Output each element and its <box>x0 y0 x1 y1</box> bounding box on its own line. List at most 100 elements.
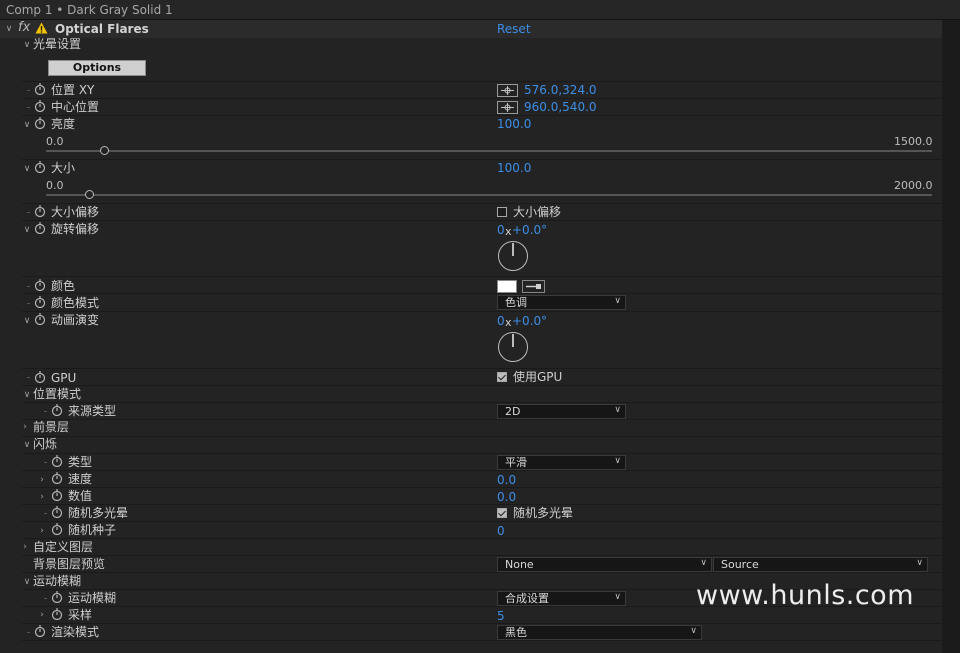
chevron-down-icon[interactable]: ∨ <box>22 120 32 130</box>
stopwatch-icon[interactable] <box>34 205 46 217</box>
source-type-value: 2D <box>505 405 521 418</box>
stopwatch-icon[interactable] <box>51 404 63 416</box>
flicker-amount-label: 数值 <box>68 489 93 503</box>
chevron-right-icon[interactable]: › <box>37 475 47 485</box>
chevron-right-icon[interactable]: › <box>37 492 47 502</box>
chevron-down-icon: ∨ <box>700 558 707 568</box>
tree-dot <box>27 212 30 213</box>
divider <box>22 436 942 437</box>
stopwatch-icon[interactable] <box>51 472 63 484</box>
stopwatch-icon[interactable] <box>34 83 46 95</box>
rotation-offset-degrees[interactable]: +0.0° <box>512 222 547 238</box>
stopwatch-icon[interactable] <box>34 625 46 637</box>
chevron-right-icon[interactable]: › <box>37 526 47 536</box>
tree-dot <box>27 632 30 633</box>
render-mode-label: 渲染模式 <box>51 625 100 639</box>
divider <box>22 402 942 403</box>
chevron-down-icon: ∨ <box>614 296 621 306</box>
custom-layers-label: 自定义图层 <box>33 540 94 554</box>
brightness-slider-track[interactable] <box>46 150 932 152</box>
chevron-down-icon[interactable]: ∨ <box>22 225 32 235</box>
color-mode-label: 颜色模式 <box>51 296 100 310</box>
stopwatch-icon[interactable] <box>34 296 46 308</box>
color-label: 颜色 <box>51 279 76 293</box>
chevron-down-icon[interactable]: ∨ <box>22 577 32 587</box>
stopwatch-icon[interactable] <box>34 222 46 234</box>
motion-blur-value: 合成设置 <box>505 592 549 605</box>
animation-evolution-x: x <box>505 316 512 329</box>
scale-offset-checkbox-label: 大小偏移 <box>513 205 562 219</box>
animation-evolution-revolutions[interactable]: 0 <box>497 313 505 329</box>
stopwatch-icon[interactable] <box>34 371 46 383</box>
options-button[interactable]: Options <box>48 60 146 76</box>
fx-icon[interactable]: fx <box>18 20 30 36</box>
color-mode-dropdown[interactable]: 色调 ∨ <box>497 295 626 310</box>
chevron-down-icon[interactable]: ∨ <box>22 40 32 50</box>
position-xy-value[interactable]: 576.0,324.0 <box>524 82 597 98</box>
stopwatch-icon[interactable] <box>34 161 46 173</box>
chevron-down-icon[interactable]: ∨ <box>22 164 32 174</box>
chevron-down-icon[interactable]: ∨ <box>22 440 32 450</box>
chevron-right-icon[interactable]: › <box>20 542 30 552</box>
brightness-value[interactable]: 100.0 <box>497 116 531 132</box>
render-mode-dropdown[interactable]: 黑色 ∨ <box>497 625 702 640</box>
rotation-offset-dial[interactable] <box>498 241 528 271</box>
chevron-right-icon[interactable]: › <box>20 422 30 432</box>
rotation-offset-revolutions[interactable]: 0 <box>497 222 505 238</box>
stopwatch-icon[interactable] <box>34 117 46 129</box>
scale-offset-checkbox[interactable] <box>497 207 507 217</box>
random-flares-checkbox[interactable] <box>497 508 507 518</box>
position-xy-label: 位置 XY <box>51 83 95 97</box>
reset-link[interactable]: Reset <box>497 21 531 37</box>
crosshair-icon[interactable] <box>497 84 518 97</box>
chevron-down-icon: ∨ <box>614 456 621 466</box>
animation-evolution-dial[interactable] <box>498 332 528 362</box>
scale-min: 0.0 <box>46 179 64 192</box>
divider <box>22 368 942 369</box>
motion-blur-dropdown[interactable]: 合成设置 ∨ <box>497 591 626 606</box>
random-flares-checkbox-label: 随机多光晕 <box>513 506 574 520</box>
motion-blur-label: 运动模糊 <box>68 591 117 605</box>
stopwatch-icon[interactable] <box>51 455 63 467</box>
render-mode-value: 黑色 <box>505 626 527 639</box>
animation-evolution-degrees[interactable]: +0.0° <box>512 313 547 329</box>
foreground-layers-label: 前景层 <box>33 420 70 434</box>
rotation-offset-label: 旋转偏移 <box>51 222 100 236</box>
stopwatch-icon[interactable] <box>51 591 63 603</box>
panel-title: Comp 1 • Dark Gray Solid 1 <box>0 0 960 20</box>
scrollbar[interactable] <box>942 20 960 653</box>
background-source-dropdown[interactable]: Source ∨ <box>713 557 928 572</box>
scale-slider-track[interactable] <box>46 194 932 196</box>
stopwatch-icon[interactable] <box>34 313 46 325</box>
stopwatch-icon[interactable] <box>34 279 46 291</box>
divider <box>22 81 942 82</box>
scale-value[interactable]: 100.0 <box>497 160 531 176</box>
gpu-checkbox[interactable] <box>497 372 507 382</box>
color-swatch[interactable] <box>497 280 517 293</box>
eyedropper-icon[interactable] <box>522 280 545 293</box>
gpu-checkbox-label: 使用GPU <box>513 370 563 384</box>
stopwatch-icon[interactable] <box>51 489 63 501</box>
animation-evolution-label: 动画演变 <box>51 313 100 327</box>
flicker-speed-value[interactable]: 0.0 <box>497 472 516 488</box>
chevron-right-icon[interactable]: › <box>37 610 47 620</box>
flare-settings-label: 光晕设置 <box>33 37 82 51</box>
stopwatch-icon[interactable] <box>51 523 63 535</box>
flicker-label: 闪烁 <box>33 437 58 451</box>
stopwatch-icon[interactable] <box>51 608 63 620</box>
brightness-slider-handle[interactable] <box>100 146 110 155</box>
chevron-down-icon[interactable]: ∨ <box>22 390 32 400</box>
background-preview-dropdown[interactable]: None ∨ <box>497 557 712 572</box>
random-seed-value[interactable]: 0 <box>497 523 505 539</box>
stopwatch-icon[interactable] <box>34 100 46 112</box>
crosshair-icon[interactable] <box>497 101 518 114</box>
center-position-value[interactable]: 960.0,540.0 <box>524 99 597 115</box>
background-preview-value: None <box>505 558 534 571</box>
stopwatch-icon[interactable] <box>51 506 63 518</box>
source-type-dropdown[interactable]: 2D ∨ <box>497 404 626 419</box>
flicker-amount-value[interactable]: 0.0 <box>497 489 516 505</box>
samples-value[interactable]: 5 <box>497 608 505 624</box>
chevron-down-icon[interactable]: ∨ <box>4 24 14 34</box>
flicker-type-dropdown[interactable]: 平滑 ∨ <box>497 455 626 470</box>
chevron-down-icon[interactable]: ∨ <box>22 316 32 326</box>
